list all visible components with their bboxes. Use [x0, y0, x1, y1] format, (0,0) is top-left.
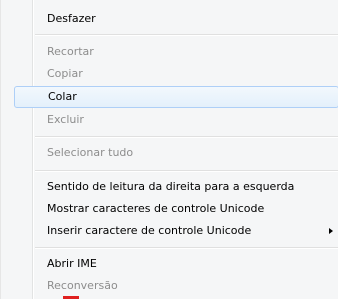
- menu-item-insert-unicode-control-char[interactable]: Inserir caractere de controle Unicode: [35, 220, 337, 242]
- menu-item-rtl-reading-order[interactable]: Sentido de leitura da direita para a esq…: [35, 176, 337, 198]
- menu-separator: [35, 34, 338, 36]
- icon-gutter-divider-highlight: [33, 0, 34, 299]
- menu-item-reconversion[interactable]: Reconversão: [35, 275, 337, 297]
- submenu-arrow-icon: [329, 228, 333, 234]
- menu-separator: [35, 247, 338, 249]
- menu-item-select-all[interactable]: Selecionar tudo: [35, 142, 337, 164]
- menu-item-paste[interactable]: Colar: [14, 86, 338, 108]
- menu-item-cut[interactable]: Recortar: [35, 41, 337, 63]
- menu-item-copy[interactable]: Copiar: [35, 63, 337, 85]
- menu-item-undo[interactable]: Desfazer: [35, 8, 337, 30]
- menu-item-open-ime[interactable]: Abrir IME: [35, 253, 337, 275]
- context-menu: Desfazer Recortar Copiar Colar Excluir S…: [0, 0, 338, 299]
- menu-separator: [35, 136, 338, 138]
- menu-item-label: Inserir caractere de controle Unicode: [47, 224, 252, 237]
- menu-separator: [35, 170, 338, 172]
- menu-item-show-unicode-control-chars[interactable]: Mostrar caracteres de controle Unicode: [35, 198, 337, 220]
- menu-item-delete[interactable]: Excluir: [35, 109, 337, 131]
